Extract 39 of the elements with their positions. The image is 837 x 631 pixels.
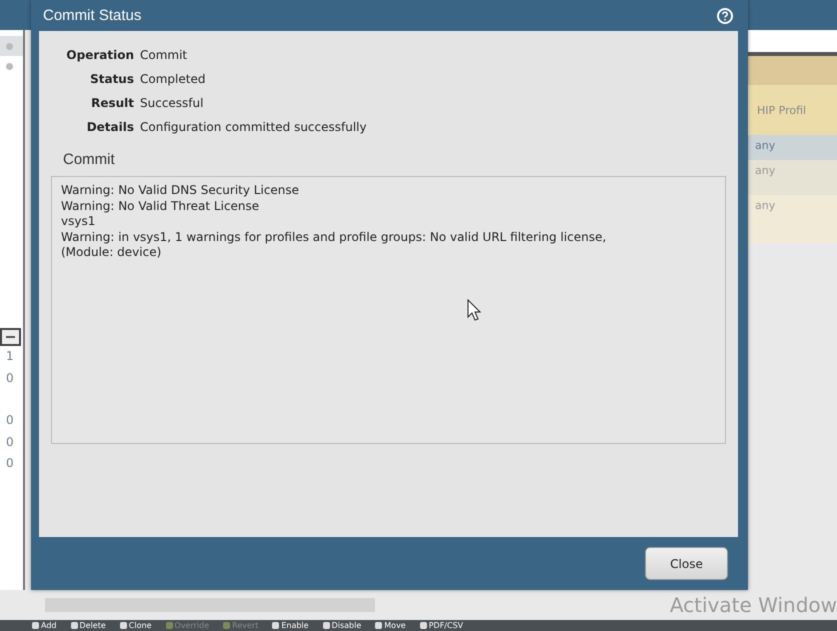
field-label: Operation: [65, 48, 134, 62]
collapse-button[interactable]: [0, 328, 21, 346]
toolbar-button[interactable]: Add: [32, 621, 56, 630]
count-value: 1: [5, 348, 15, 365]
field-label: Details: [86, 120, 134, 134]
field-value: Commit: [140, 48, 188, 62]
toolbar-button[interactable]: Enable: [272, 621, 309, 630]
field-value: Completed: [140, 72, 206, 86]
log-line: Warning: No Valid Threat License: [61, 198, 260, 214]
table-cell: any: [748, 135, 837, 160]
count-value: 0: [5, 412, 15, 429]
toolbar-button[interactable]: Clone: [120, 621, 152, 630]
log-line: Warning: No Valid DNS Security License: [61, 183, 300, 198]
field-value: Successful: [140, 96, 204, 110]
field-label: Status: [89, 72, 134, 86]
close-button[interactable]: Close: [645, 547, 728, 580]
log-line: vsys1: [61, 214, 96, 230]
table-cell: any: [748, 160, 837, 195]
filter-field[interactable]: [748, 30, 837, 56]
status-dot: [6, 62, 13, 70]
log-line: Warning: in vsys1, 1 warnings for profiles and profile groups: No valid URL filtering license,: [61, 230, 608, 245]
count-value: 0: [5, 434, 15, 450]
minus-icon: [6, 336, 15, 338]
section-title: Commit: [63, 151, 116, 168]
toolbar-button[interactable]: Move: [375, 621, 406, 630]
activation-notice: Activate Window: [670, 593, 837, 617]
toolbar-button[interactable]: Delete: [70, 621, 106, 630]
count-value: 0: [5, 455, 15, 472]
help-icon[interactable]: [716, 6, 734, 24]
status-dot: [6, 42, 13, 50]
field-value: Configuration committed successfully: [140, 120, 368, 134]
toolbar-button[interactable]: PDF/CSV: [420, 621, 464, 630]
toolbar-button[interactable]: Disable: [322, 621, 362, 630]
log-line: (Module: device): [61, 245, 162, 260]
field-label: Result: [90, 96, 134, 110]
dialog-title: Commit Status: [43, 7, 142, 24]
cursor-icon: [467, 299, 481, 321]
count-value: 0: [5, 370, 15, 386]
table-cell: any: [748, 195, 837, 243]
